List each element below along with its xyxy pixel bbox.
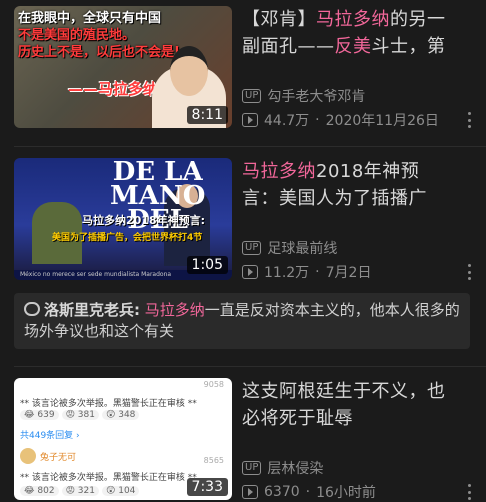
featured-comment[interactable]: 洛斯里克老兵: 马拉多纳一直是反对资本主义的，他本人很多的场外争议也和这个有关 bbox=[14, 293, 470, 349]
avatar bbox=[20, 448, 36, 464]
title-text: 【邓肯】 bbox=[242, 9, 316, 30]
more-vertical-icon[interactable] bbox=[468, 112, 472, 128]
view-count: 44.7万 bbox=[264, 113, 310, 129]
play-count-icon bbox=[242, 485, 258, 499]
title-keyword: 反美 bbox=[334, 36, 372, 57]
thumbnail-caption: 马拉多纳2018年神预言: bbox=[82, 214, 206, 227]
video-title[interactable]: 【邓肯】马拉多纳的另一副面孔——反美斗士，第三... bbox=[242, 6, 454, 60]
separator: · bbox=[315, 264, 320, 280]
uploader-row[interactable]: UP 层林侵染 bbox=[242, 458, 323, 478]
thumbnail-reactions: 😂 802 😡 321 😲 104 bbox=[20, 486, 142, 496]
up-badge-icon: UP bbox=[242, 241, 262, 255]
thumbnail-comment: ** 该言论被多次举报。黑猫警长正在审核 ** bbox=[20, 399, 197, 409]
video-item[interactable]: DE LA MANO DEL 马拉多纳2018年神预言: 美国为了插播广告，会把世界… bbox=[0, 150, 486, 290]
video-duration: 7:33 bbox=[186, 478, 228, 496]
stats-row: 11.2万 · 7月2日 bbox=[242, 262, 371, 282]
video-title[interactable]: 马拉多纳2018年神预言：美国人为了插播广告，会把... bbox=[242, 158, 454, 212]
play-count-icon bbox=[242, 265, 258, 279]
video-duration: 1:05 bbox=[186, 256, 228, 274]
uploader-name[interactable]: 勾手老大爷邓肯 bbox=[267, 86, 365, 106]
thumbnail-comment: ** 该言论被多次举报。黑猫警长正在审核 ** bbox=[20, 473, 197, 483]
video-item[interactable]: 在我眼中，全球只有中国 不是美国的殖民地。 历史上不是，以后也不会是! ——马拉… bbox=[0, 0, 486, 145]
thumbnail-caption: 在我眼中，全球只有中国 不是美国的殖民地。 历史上不是，以后也不会是! bbox=[18, 11, 180, 60]
thumbnail-reactions: 😂 639 😡 381 😲 348 bbox=[20, 410, 142, 420]
comment-bubble-icon bbox=[24, 302, 40, 316]
upload-date: 7月2日 bbox=[325, 265, 372, 281]
more-vertical-icon[interactable] bbox=[468, 264, 472, 280]
view-count: 11.2万 bbox=[264, 265, 310, 281]
thumbnail-username: 兔子无可 bbox=[40, 453, 77, 463]
thumbnail-replies: 共449条回复 › bbox=[20, 431, 80, 441]
up-badge-icon: UP bbox=[242, 461, 262, 475]
uploader-name[interactable]: 足球最前线 bbox=[267, 238, 337, 258]
comment-author[interactable]: 洛斯里克老兵: bbox=[44, 301, 140, 319]
thumbnail-caption: 美国为了插播广告，会把世界杯打4节 bbox=[52, 233, 203, 243]
thumbnail-name: ——马拉多纳 bbox=[68, 80, 159, 98]
play-count-icon bbox=[242, 113, 258, 127]
stats-row: 6370 · 16小时前 bbox=[242, 482, 376, 502]
divider bbox=[14, 146, 486, 147]
video-item[interactable]: 9058 ** 该言论被多次举报。黑猫警长正在审核 ** 😂 639 😡 381 😲… bbox=[0, 370, 486, 502]
video-thumbnail[interactable]: DE LA MANO DEL 马拉多纳2018年神预言: 美国为了插播广告，会把世界… bbox=[14, 158, 232, 280]
up-badge-icon: UP bbox=[242, 89, 262, 103]
separator: · bbox=[315, 112, 320, 128]
stats-row: 44.7万 · 2020年11月26日 bbox=[242, 110, 439, 130]
uploader-name[interactable]: 层林侵染 bbox=[267, 458, 323, 478]
upload-date: 2020年11月26日 bbox=[325, 113, 439, 129]
video-duration: 8:11 bbox=[186, 106, 228, 124]
title-text: 这支阿根廷生于不义，也必将死于耻辱 bbox=[242, 381, 446, 429]
video-thumbnail[interactable]: 9058 ** 该言论被多次举报。黑猫警长正在审核 ** 😂 639 😡 381 😲… bbox=[14, 378, 232, 500]
more-vertical-icon[interactable] bbox=[468, 484, 472, 500]
comment-highlight: 马拉多纳 bbox=[144, 301, 205, 319]
view-count: 6370 bbox=[264, 484, 300, 500]
upload-date: 16小时前 bbox=[316, 485, 376, 501]
uploader-row[interactable]: UP 足球最前线 bbox=[242, 238, 337, 258]
comment-counter: 8565 bbox=[203, 456, 224, 465]
title-keyword: 马拉多纳 bbox=[316, 9, 390, 30]
comment-counter: 9058 bbox=[203, 380, 224, 389]
uploader-row[interactable]: UP 勾手老大爷邓肯 bbox=[242, 86, 365, 106]
divider bbox=[14, 366, 486, 367]
video-thumbnail[interactable]: 在我眼中，全球只有中国 不是美国的殖民地。 历史上不是，以后也不会是! ——马拉… bbox=[14, 6, 232, 128]
video-title[interactable]: 这支阿根廷生于不义，也必将死于耻辱 bbox=[242, 378, 454, 432]
separator: · bbox=[305, 484, 311, 500]
title-keyword: 马拉多纳 bbox=[242, 161, 316, 182]
